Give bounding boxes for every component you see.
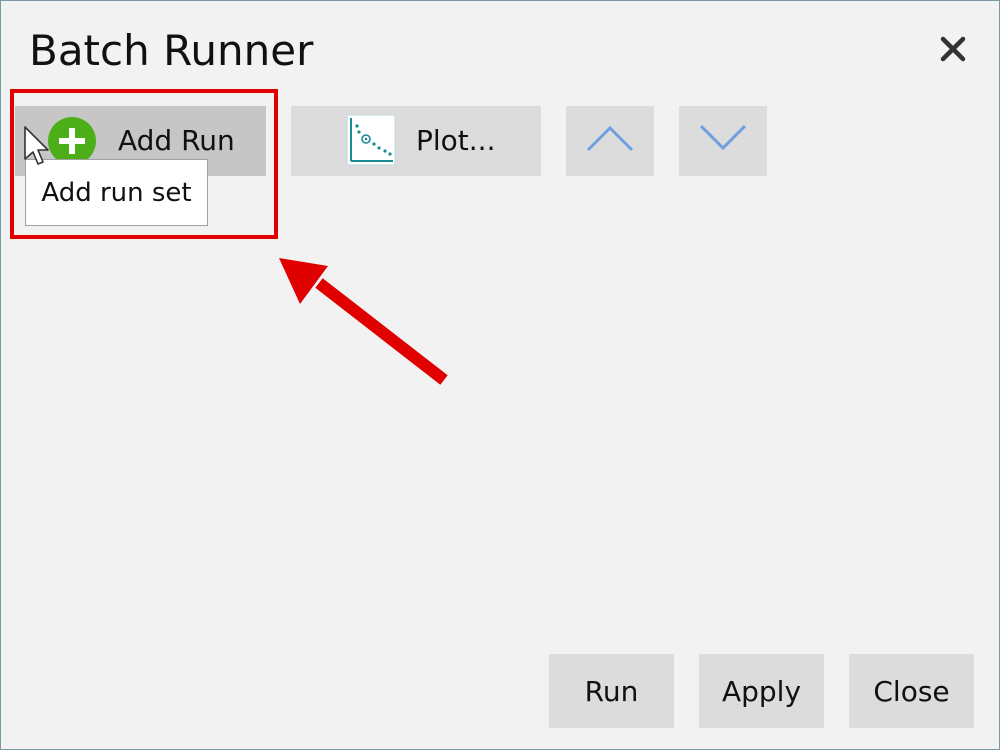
- tooltip: Add run set: [25, 159, 208, 226]
- dialog-title: Batch Runner: [29, 26, 314, 75]
- run-button[interactable]: Run: [549, 654, 674, 728]
- apply-label: Apply: [721, 674, 802, 708]
- plot-label: Plot...: [416, 124, 496, 157]
- apply-button[interactable]: Apply: [699, 654, 824, 728]
- run-label: Run: [584, 674, 639, 708]
- annotation-arrow-icon: [271, 246, 461, 396]
- close-icon[interactable]: [933, 29, 973, 69]
- plot-button[interactable]: Plot...: [291, 106, 541, 176]
- tooltip-text: Add run set: [41, 177, 192, 208]
- move-up-button[interactable]: [566, 106, 654, 176]
- move-down-button[interactable]: [679, 106, 767, 176]
- plot-chart-icon: [346, 114, 396, 166]
- close-button[interactable]: Close: [849, 654, 974, 728]
- chevron-down-icon: [697, 122, 749, 161]
- batch-runner-dialog: Batch Runner Add Run Plot... Add run set…: [0, 0, 1000, 750]
- close-label: Close: [873, 674, 950, 708]
- chevron-up-icon: [584, 122, 636, 161]
- add-run-label: Add Run: [118, 124, 235, 157]
